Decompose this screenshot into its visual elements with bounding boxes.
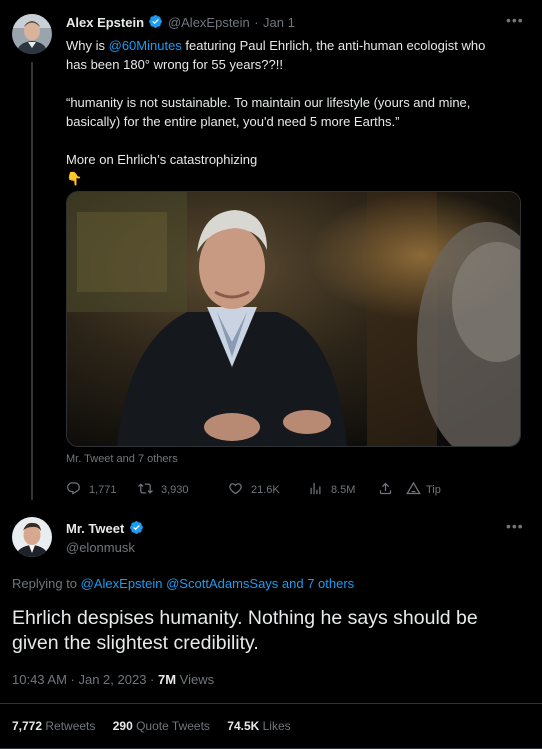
avatar-image xyxy=(12,517,52,557)
replying-to: Replying to @AlexEpstein @ScottAdamsSays… xyxy=(12,576,354,591)
share-button[interactable] xyxy=(378,481,406,499)
verified-badge-icon xyxy=(129,520,144,540)
views-icon xyxy=(308,481,323,499)
tweet2-author-name-row: Mr. Tweet xyxy=(66,520,144,540)
likes-label: Likes xyxy=(259,719,291,733)
retweets-count: 7,772 xyxy=(12,719,43,733)
views-button[interactable]: 8.5M xyxy=(308,481,378,499)
tweet1-quote-line1: “humanity is not sustainable. To maintai… xyxy=(66,95,471,110)
quotes-label: Quote Tweets xyxy=(132,719,210,733)
tweet2-stats: 7,772 Retweets 290 Quote Tweets 74.5K Li… xyxy=(12,719,291,733)
replying-to-label: Replying to xyxy=(12,576,81,591)
reply-icon xyxy=(66,481,81,499)
tip-icon xyxy=(406,481,421,499)
retweet-button[interactable]: 3,930 xyxy=(138,481,228,499)
avatar-mr-tweet[interactable] xyxy=(12,517,52,557)
tweet2-line2: given the slightest credibility. xyxy=(12,632,259,654)
heart-icon xyxy=(228,481,243,499)
tweet1-text: Why is @60Minutes featuring Paul Ehrlich… xyxy=(66,36,526,188)
tweet2-meta: 10:43 AM · Jan 2, 2023 · 7M Views xyxy=(12,672,214,687)
like-button[interactable]: 21.6K xyxy=(228,481,308,499)
tweet1-header: Alex Epstein @AlexEpstein · Jan 1 xyxy=(66,14,295,34)
views-label: Views xyxy=(176,672,215,687)
replying-to-mentions[interactable]: @AlexEpstein @ScottAdamsSays and 7 other… xyxy=(81,576,355,591)
mention-60minutes[interactable]: @60Minutes xyxy=(109,38,182,53)
tweet2-text: Ehrlich despises humanity. Nothing he sa… xyxy=(12,606,532,656)
text-segment: featuring Paul Ehrlich, the anti-human e… xyxy=(181,38,486,53)
retweets-label: Retweets xyxy=(42,719,96,733)
tweet1-quote-line2: basically) for the entire planet, you'd … xyxy=(66,114,400,129)
tweet1-more-line: More on Ehrlich’s catastrophizing xyxy=(66,152,258,167)
avatar-alex-epstein[interactable] xyxy=(12,14,52,54)
tweet-timestamp[interactable]: 10:43 AM · Jan 2, 2023 · xyxy=(12,672,158,687)
retweet-count: 3,930 xyxy=(161,484,189,496)
media-tag[interactable]: Mr. Tweet and 7 others xyxy=(66,453,178,465)
pointing-down-emoji: 👇 xyxy=(66,171,83,186)
reply-button[interactable]: 1,771 xyxy=(66,481,120,499)
tip-label: Tip xyxy=(426,484,441,496)
retweet-icon xyxy=(138,481,153,499)
thread-line xyxy=(31,62,33,500)
quotes-stat[interactable]: 290 Quote Tweets xyxy=(113,719,210,733)
retweets-stat[interactable]: 7,772 Retweets xyxy=(12,719,95,733)
share-icon xyxy=(378,481,393,499)
likes-stat[interactable]: 74.5K Likes xyxy=(227,719,290,733)
avatar-image xyxy=(12,14,52,54)
likes-count: 74.5K xyxy=(227,719,260,733)
tweet-date[interactable]: Jan 1 xyxy=(263,15,295,30)
author-name[interactable]: Mr. Tweet xyxy=(66,521,124,536)
tweet1-video[interactable] xyxy=(66,191,521,447)
tweet1-line1: Why is @60Minutes featuring Paul Ehrlich… xyxy=(66,36,526,55)
tweet2-line1: Ehrlich despises humanity. Nothing he sa… xyxy=(12,607,478,629)
video-thumbnail xyxy=(67,192,520,446)
views-count: 8.5M xyxy=(331,484,356,496)
tweet1-actions: 1,771 3,930 21.6K 8.5M Tip xyxy=(66,481,466,499)
author-handle[interactable]: @elonmusk xyxy=(66,540,135,555)
tweet1-line2: has been 180° wrong for 55 years??!! xyxy=(66,57,283,72)
more-icon[interactable]: ••• xyxy=(506,12,524,28)
reply-count: 1,771 xyxy=(89,484,117,496)
verified-badge-icon xyxy=(148,14,163,34)
text-segment: Why is xyxy=(66,38,109,53)
divider xyxy=(0,703,542,704)
separator: · xyxy=(254,15,259,30)
more-icon[interactable]: ••• xyxy=(506,518,524,534)
author-handle[interactable]: @AlexEpstein xyxy=(168,15,250,30)
tip-button[interactable]: Tip xyxy=(406,481,441,499)
like-count: 21.6K xyxy=(251,484,280,496)
author-name[interactable]: Alex Epstein xyxy=(66,15,144,30)
quotes-count: 290 xyxy=(112,719,133,733)
views-count: 7M xyxy=(157,672,177,687)
